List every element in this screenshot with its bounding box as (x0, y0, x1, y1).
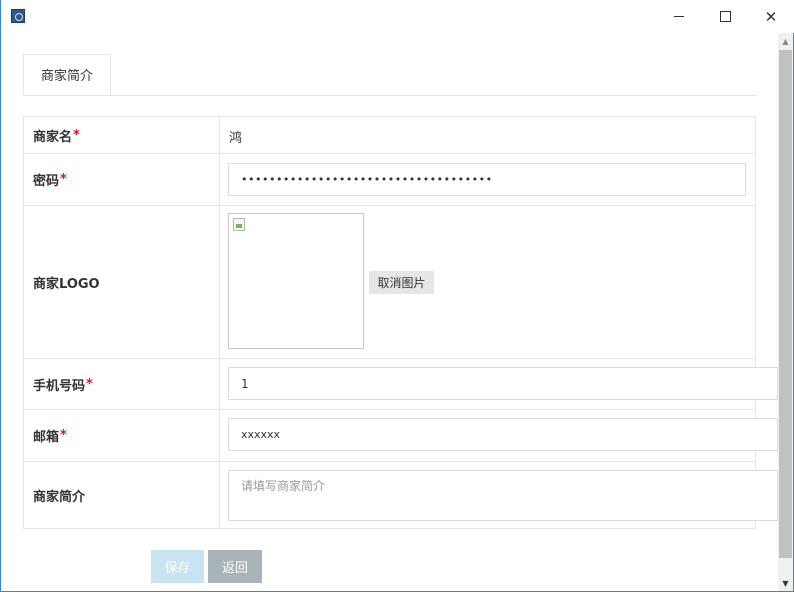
vertical-scrollbar[interactable]: ▲ ▼ (778, 33, 793, 591)
password-cell: •••••••••••••••••••••••••••••••••••• (220, 154, 756, 205)
logo-cell: 取消图片 (220, 206, 756, 358)
maximize-button[interactable] (702, 0, 748, 33)
intro-textarea[interactable]: 请填写商家简介 (228, 470, 778, 521)
form-row-email: 邮箱 * xxxxxx (23, 410, 778, 462)
email-label: 邮箱 * (23, 410, 220, 461)
password-label: 密码 * (23, 154, 220, 205)
broken-image-icon (233, 218, 245, 231)
tab-bar: 商家简介 (23, 54, 757, 96)
merchant-name-cell: 鸿 (220, 117, 756, 153)
phone-input[interactable]: 1 (228, 367, 778, 400)
required-mark: * (73, 127, 80, 143)
form-row-logo: 商家LOGO 取消图片 (23, 206, 756, 359)
maximize-icon (719, 11, 731, 22)
scroll-up-arrow-icon[interactable]: ▲ (778, 33, 793, 49)
scroll-down-arrow-icon[interactable]: ▼ (778, 575, 793, 591)
form-row-merchant-name: 商家名 * 鸿 (23, 117, 756, 154)
merchant-form: 商家名 * 鸿 密码 * •••••••••••••••••••••••••••••… (23, 116, 778, 529)
scroll-thumb[interactable] (779, 50, 792, 558)
phone-cell: 1 (220, 359, 778, 409)
label-text: 手机号码 (33, 378, 86, 394)
close-icon: ✕ (764, 7, 778, 26)
required-mark: * (86, 376, 93, 392)
phone-label: 手机号码 * (23, 359, 220, 409)
minimize-button[interactable] (656, 0, 702, 33)
form-row-phone: 手机号码 * 1 (23, 359, 778, 410)
app-window: ✕ ▲ ▼ 商家简介 商家名 * 鸿 密码 * ••••••••••••••••••… (0, 0, 794, 592)
title-bar: ✕ (1, 0, 794, 33)
save-button[interactable]: 保存 (151, 550, 204, 583)
label-text: 商家名 (33, 129, 73, 145)
cancel-image-button[interactable]: 取消图片 (369, 271, 434, 294)
required-mark: * (60, 172, 67, 187)
email-cell: xxxxxx (220, 410, 778, 461)
logo-image-preview[interactable] (228, 213, 364, 349)
merchant-name-value: 鸿 (229, 131, 243, 146)
form-row-intro: 商家简介 请填写商家简介 (23, 462, 778, 529)
app-icon (11, 9, 25, 23)
email-input[interactable]: xxxxxx (228, 418, 778, 451)
label-text: 商家LOGO (33, 276, 100, 292)
back-button[interactable]: 返回 (208, 550, 262, 583)
required-mark: * (60, 428, 67, 443)
minimize-icon (674, 16, 684, 17)
tab-merchant-intro[interactable]: 商家简介 (23, 54, 111, 95)
label-text: 密码 (33, 174, 60, 189)
merchant-name-label: 商家名 * (23, 117, 220, 153)
form-row-password: 密码 * •••••••••••••••••••••••••••••••••••• (23, 154, 756, 206)
close-button[interactable]: ✕ (748, 0, 794, 33)
intro-cell: 请填写商家简介 (220, 462, 778, 528)
label-text: 商家简介 (33, 489, 86, 505)
label-text: 邮箱 (33, 430, 60, 445)
logo-label: 商家LOGO (23, 206, 220, 358)
intro-label: 商家简介 (23, 462, 220, 528)
password-input[interactable]: •••••••••••••••••••••••••••••••••••• (228, 163, 746, 196)
